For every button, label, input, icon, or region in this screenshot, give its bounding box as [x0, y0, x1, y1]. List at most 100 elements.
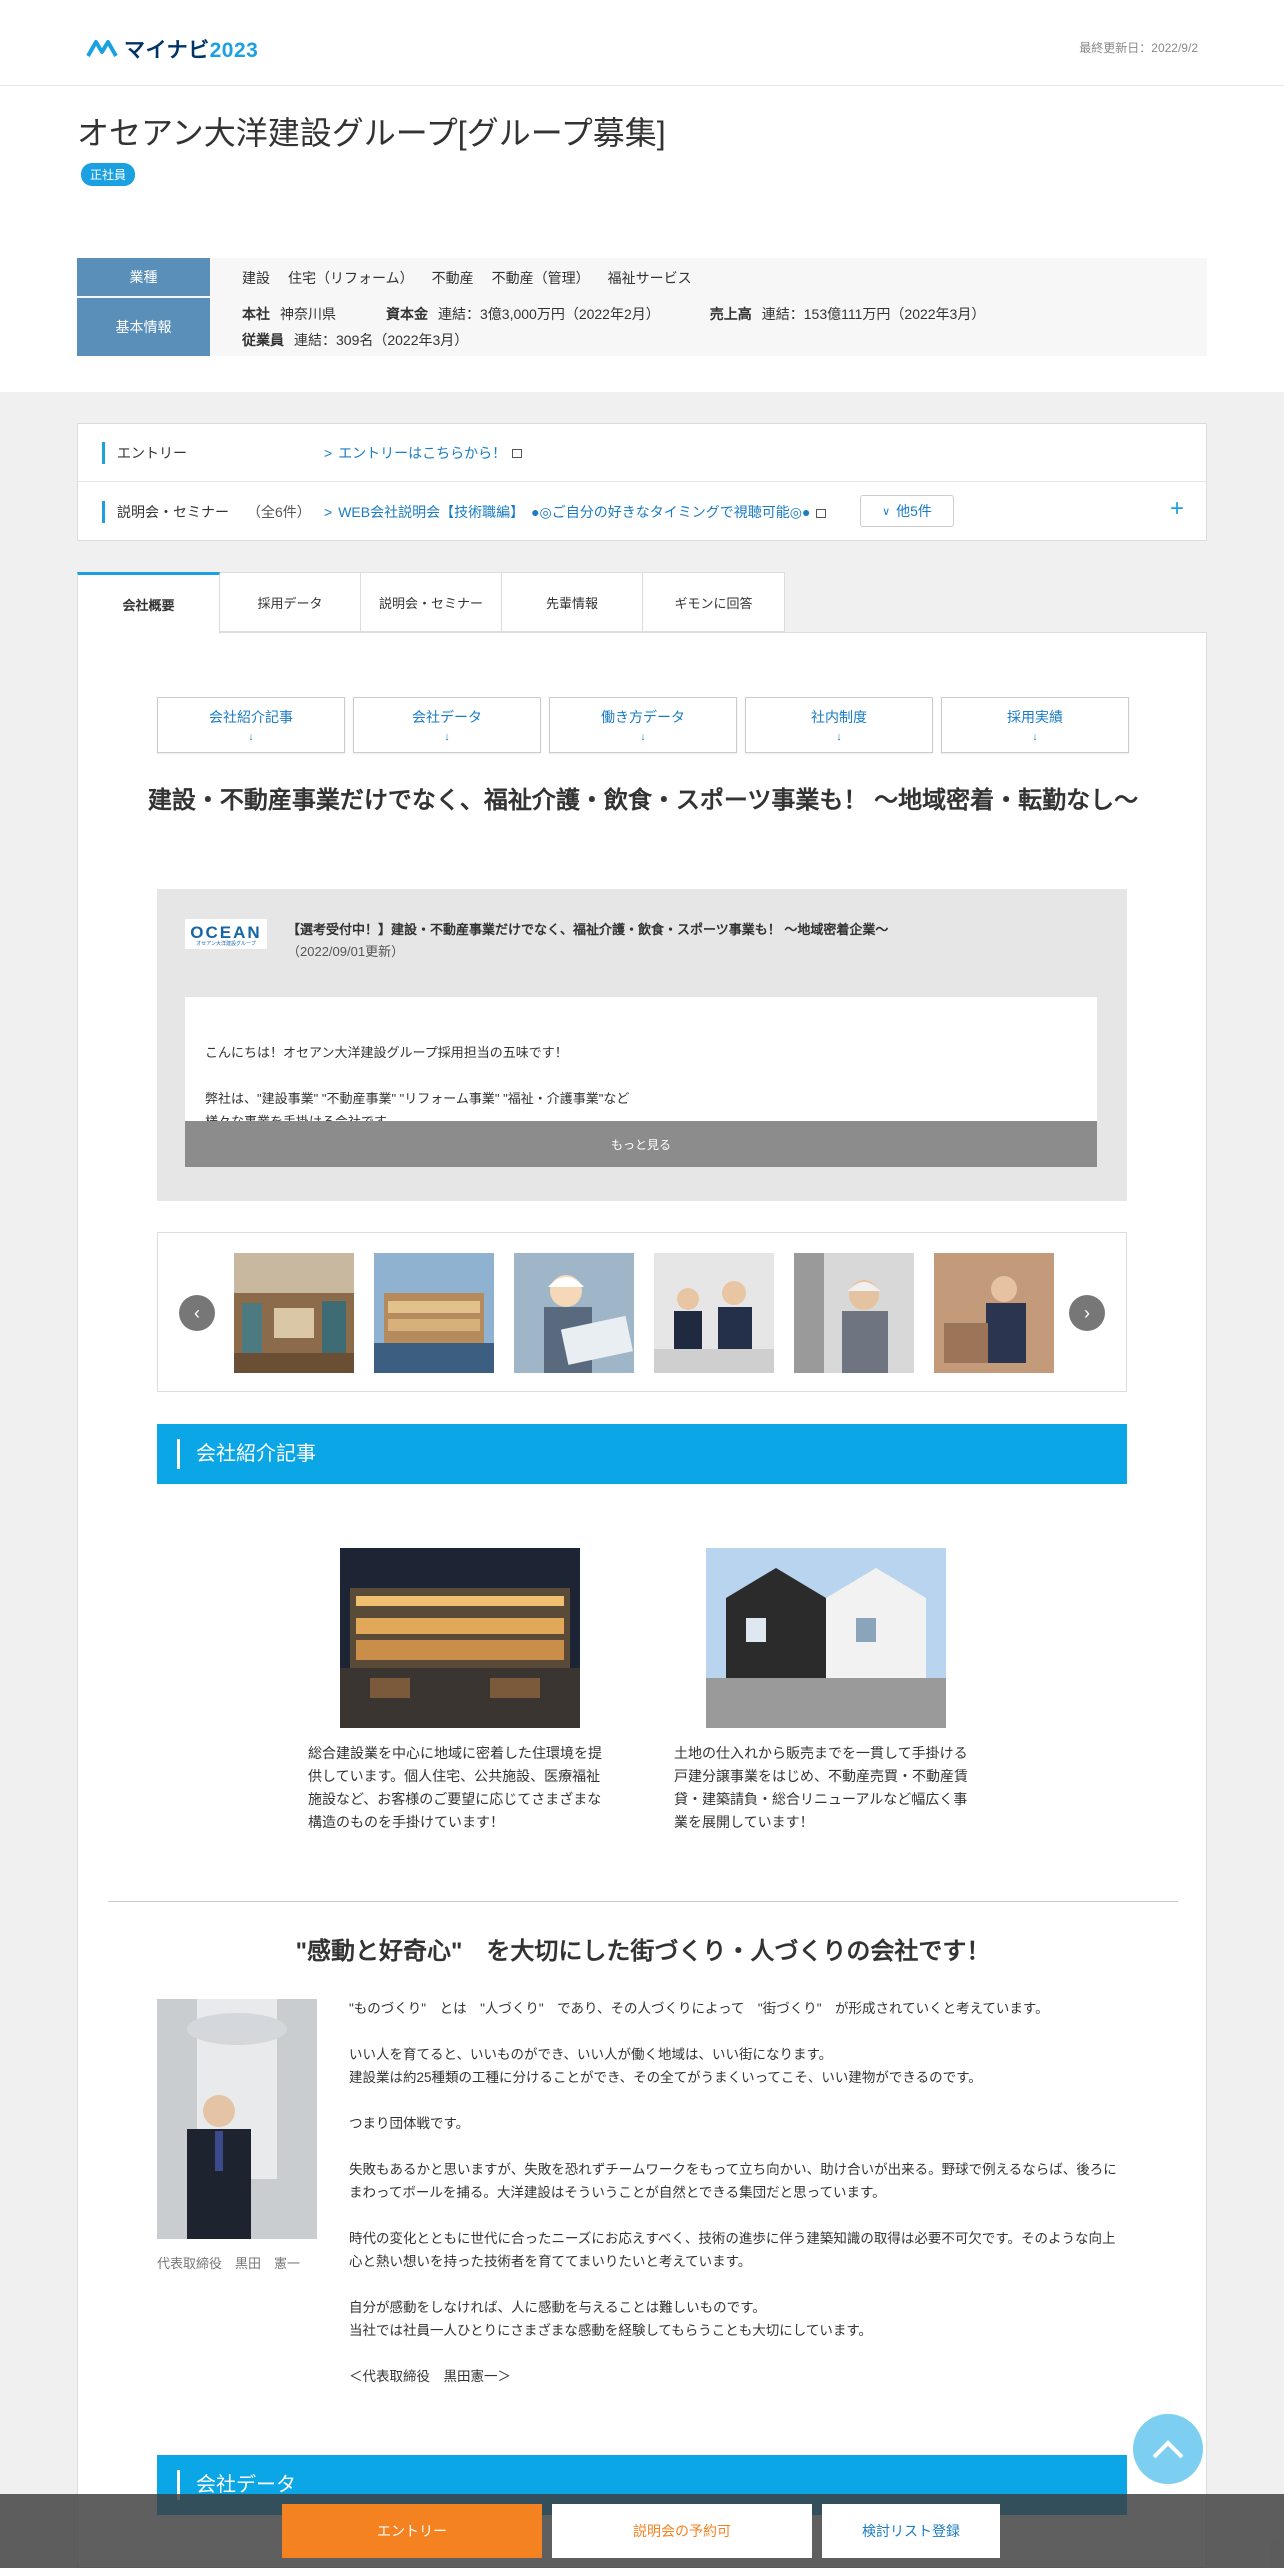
expand-plus-icon[interactable]: + — [1170, 495, 1184, 523]
industry-row: 業種 建設 住宅（リフォーム） 不動産 不動産（管理） 福祉サービス — [77, 258, 1207, 298]
arrow-down-icon: ↓ — [640, 731, 646, 743]
message-paragraph: ＜代表取締役 黒田憲一＞ — [349, 2369, 511, 2384]
photo-slider: ‹ › — [157, 1232, 1127, 1392]
tab-faq[interactable]: ギモンに回答 — [643, 572, 785, 632]
news-title: 【選考受付中！】建設・不動産事業だけでなく、福祉介護・飲食・スポーツ事業も！ ～… — [287, 919, 927, 963]
industry-values: 建設 住宅（リフォーム） 不動産 不動産（管理） 福祉サービス — [210, 258, 1207, 298]
back-to-top-button[interactable] — [1133, 2414, 1203, 2484]
tab-seminar[interactable]: 説明会・セミナー — [361, 572, 502, 632]
industry-item: 不動産（管理） — [491, 270, 590, 286]
entry-row: エントリー > エントリーはこちらから！ — [78, 424, 1206, 482]
logo-year: 2023 — [209, 39, 259, 62]
basic-info-row: 基本情報 本社 神奈川県 資本金 連結：3億3,000万円（2022年2月） 売上高 連結… — [77, 298, 1207, 356]
ocean-logo-sub: オセアン大洋建設グループ — [196, 941, 256, 947]
company-tabs: 会社概要 採用データ 説明会・セミナー 先輩情報 ギモンに回答 — [77, 572, 785, 634]
seminar-label: 説明会・セミナー （全6件） — [102, 501, 311, 523]
entry-link[interactable]: > エントリーはこちらから！ — [324, 443, 523, 463]
news-body: こんにちは！オセアン大洋建設グループ採用担当の五味です！ 弊社は、"建設事業" … — [185, 997, 1097, 1167]
sales-label: 売上高 — [709, 306, 752, 322]
anchor-label: 会社紹介記事 — [209, 709, 293, 725]
arrow-down-icon: ↓ — [836, 731, 842, 743]
employment-badge: 正社員 — [81, 163, 136, 186]
ceo-photo — [157, 1999, 317, 2239]
message-paragraph: つまり団体戦です。 — [349, 2116, 470, 2131]
anchor-label: 働き方データ — [601, 709, 685, 725]
arrow-down-icon: ↓ — [1032, 731, 1038, 743]
chevron-down-icon: ∨ — [882, 505, 891, 518]
industry-item: 住宅（リフォーム） — [288, 270, 414, 286]
slider-photo-building[interactable] — [374, 1253, 494, 1373]
slider-photo-staff[interactable] — [794, 1253, 914, 1373]
capital-value: 連結：3億3,000万円（2022年2月） — [438, 306, 660, 322]
message-paragraph: 時代の変化とともに世代に合ったニーズにお応えすべく、技術の進歩に伴う建築知識の取… — [349, 2231, 1116, 2269]
seminar-count: （全6件） — [247, 504, 311, 520]
slider-photo-restaurant[interactable] — [234, 1253, 354, 1373]
more-seminars-label: 他5件 — [896, 503, 932, 519]
article-photo-night-building — [340, 1548, 580, 1728]
read-more-button[interactable]: もっと見る — [185, 1121, 1097, 1167]
seminar-link-text: WEB会社説明会【技術職編】 ●◎ご自分の好きなタイミングで視聴可能◎● — [338, 504, 811, 520]
tab-seniors[interactable]: 先輩情報 — [502, 572, 643, 632]
message-paragraph: "ものづくり" とは "人づくり" であり、その人づくりによって "街づくり" … — [349, 2001, 1049, 2016]
seminar-label-text: 説明会・セミナー — [117, 504, 229, 520]
slider-photo-meeting[interactable] — [654, 1253, 774, 1373]
company-name: オセアン大洋建設グループ[グループ募集] — [77, 115, 666, 151]
entry-button[interactable]: エントリー — [282, 2504, 542, 2558]
basic-info-values: 本社 神奈川県 資本金 連結：3億3,000万円（2022年2月） 売上高 連結：153億… — [210, 298, 1207, 356]
industry-item: 不動産 — [431, 270, 474, 286]
bottom-action-bar: エントリー 説明会の予約可 検討リスト登録 — [0, 2494, 1284, 2568]
external-link-icon — [512, 449, 523, 459]
seminar-reserve-button[interactable]: 説明会の予約可 — [552, 2504, 812, 2558]
more-seminars-button[interactable]: ∨ 他5件 — [860, 495, 954, 527]
slider-photo-caregiver[interactable] — [934, 1253, 1054, 1373]
news-title-text: 【選考受付中！】建設・不動産事業だけでなく、福祉介護・飲食・スポーツ事業も！ ～… — [287, 922, 889, 937]
logo-mark-icon — [86, 40, 118, 57]
capital-label: 資本金 — [386, 306, 428, 322]
anchor-company-articles[interactable]: 会社紹介記事 ↓ — [157, 697, 345, 753]
anchor-label: 社内制度 — [811, 709, 867, 725]
hq-value: 神奈川県 — [280, 306, 336, 322]
industry-item: 建設 — [242, 270, 270, 286]
basic-info-label: 基本情報 — [77, 298, 210, 356]
anchor-internal-system[interactable]: 社内制度 ↓ — [745, 697, 933, 753]
slider-next-button[interactable]: › — [1069, 1295, 1105, 1331]
ceo-caption: 代表取締役 黒田 憲一 — [157, 2256, 301, 2271]
news-box: OCEAN オセアン大洋建設グループ 【選考受付中！】建設・不動産事業だけでなく… — [157, 889, 1127, 1201]
sales-value: 連結：153億111万円（2022年3月） — [761, 306, 986, 322]
message-paragraph: 失敗もあるかと思いますが、失敗を恐れずチームワークをもって立ち向かい、助け合いが… — [349, 2162, 1117, 2200]
slider-prev-button[interactable]: ‹ — [179, 1295, 215, 1331]
last-updated: 最終更新日：2022/9/2 — [1079, 41, 1198, 55]
anchor-label: 採用実績 — [1007, 709, 1063, 725]
anchor-company-data[interactable]: 会社データ ↓ — [353, 697, 541, 753]
seminar-row: 説明会・セミナー （全6件） > WEB会社説明会【技術職編】 ●◎ご自分の好きなタ… — [78, 483, 1206, 541]
external-link-icon — [816, 508, 827, 518]
chevron-right-icon: > — [324, 444, 333, 461]
mynavi-logo[interactable]: マイナビ2023 — [86, 34, 258, 64]
employees-label: 従業員 — [242, 332, 284, 348]
add-to-list-button[interactable]: 検討リスト登録 — [822, 2504, 1000, 2558]
hq-label: 本社 — [242, 306, 270, 322]
slider-photo-worker-helmet[interactable] — [514, 1253, 634, 1373]
message-heading: "感動と好奇心" を大切にした街づくり・人づくりの会社です！ — [295, 1938, 991, 1965]
tab-recruit-data[interactable]: 採用データ — [220, 572, 361, 632]
company-info-table: 業種 建設 住宅（リフォーム） 不動産 不動産（管理） 福祉サービス 基本情報 … — [77, 258, 1207, 356]
entry-link-text: エントリーはこちらから！ — [338, 444, 507, 461]
seminar-link[interactable]: > WEB会社説明会【技術職編】 ●◎ご自分の好きなタイミングで視聴可能◎● — [324, 502, 827, 522]
arrow-down-icon: ↓ — [248, 731, 254, 743]
anchor-label: 会社データ — [412, 709, 482, 725]
section-header-articles: 会社紹介記事 — [157, 1424, 1127, 1484]
section-title: 会社紹介記事 — [177, 1439, 316, 1469]
news-date: （2022/09/01更新） — [287, 944, 405, 959]
anchor-nav: 会社紹介記事 ↓ 会社データ ↓ 働き方データ ↓ 社内制度 ↓ 採用実績 ↓ — [157, 697, 1129, 753]
entry-label: エントリー — [102, 441, 187, 464]
logo-text: マイナビ — [124, 39, 210, 62]
anchor-hiring-record[interactable]: 採用実績 ↓ — [941, 697, 1129, 753]
ocean-logo: OCEAN オセアン大洋建設グループ — [185, 919, 267, 949]
content-panel: 会社紹介記事 ↓ 会社データ ↓ 働き方データ ↓ 社内制度 ↓ 採用実績 ↓ 建設・不動… — [77, 632, 1207, 2568]
tab-overview[interactable]: 会社概要 — [77, 572, 220, 634]
arrow-down-icon: ↓ — [444, 731, 450, 743]
section-divider — [108, 1901, 1178, 1902]
anchor-work-data[interactable]: 働き方データ ↓ — [549, 697, 737, 753]
article-text: 総合建設業を中心に地域に密着した住環境を提供しています。個人住宅、公共施設、医療… — [308, 1745, 602, 1830]
chevron-up-icon — [1152, 2440, 1184, 2459]
